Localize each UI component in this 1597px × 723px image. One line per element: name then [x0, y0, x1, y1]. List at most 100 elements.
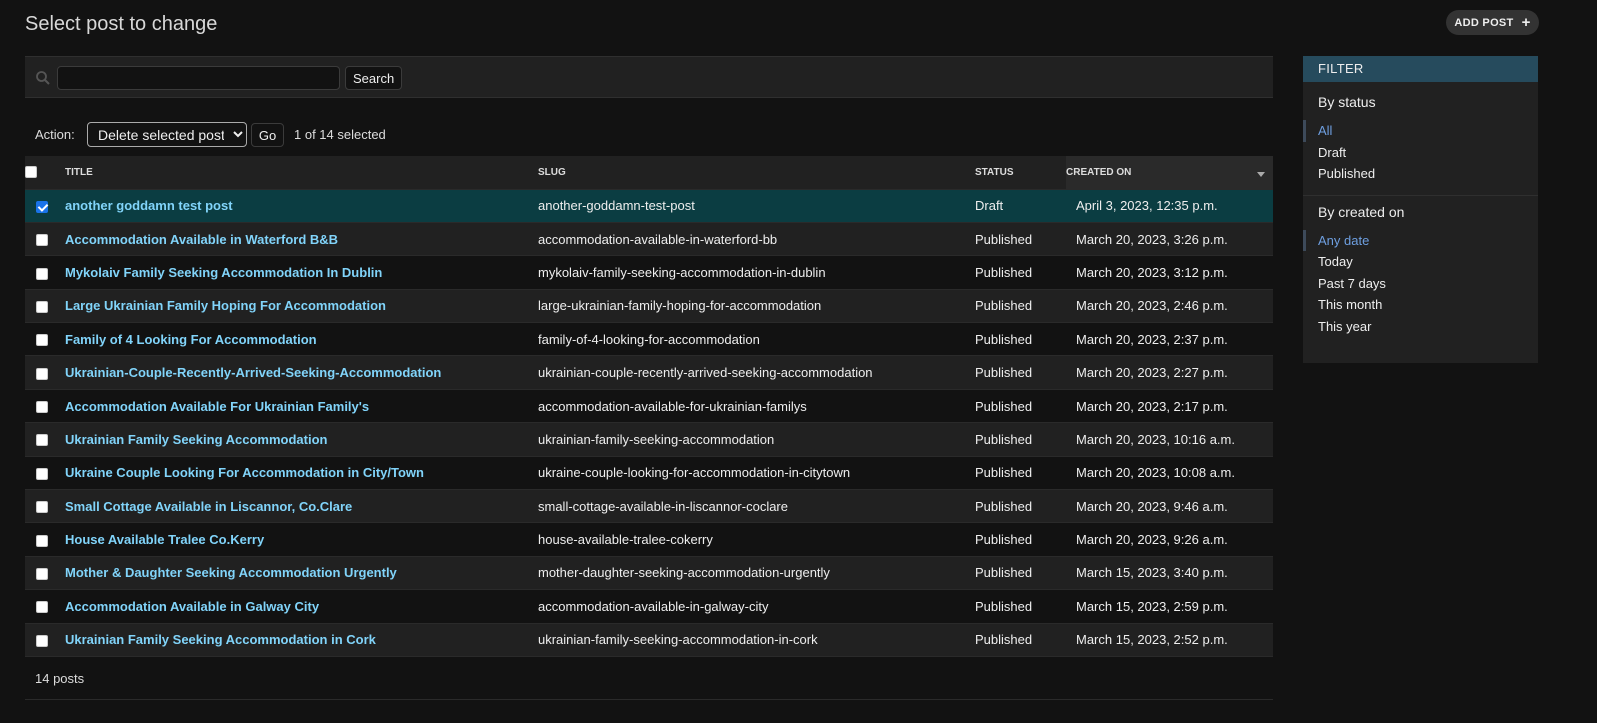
- status-cell: Published: [975, 589, 1066, 624]
- filter-group-heading: By created on: [1318, 203, 1405, 220]
- row-checkbox[interactable]: [36, 534, 48, 547]
- table-row: Large Ukrainian Family Hoping For Accomm…: [25, 289, 1273, 324]
- filter-option[interactable]: Draft: [1303, 142, 1538, 164]
- row-checkbox-cell[interactable]: [25, 322, 65, 357]
- status-cell: Draft: [975, 189, 1066, 223]
- status-cell: Published: [975, 222, 1066, 257]
- title-cell: House Available Tralee Co.Kerry: [65, 522, 538, 557]
- row-checkbox-cell[interactable]: [25, 222, 65, 257]
- post-title-link[interactable]: Ukrainian-Couple-Recently-Arrived-Seekin…: [65, 365, 441, 380]
- table-row: Ukrainian-Couple-Recently-Arrived-Seekin…: [25, 355, 1273, 390]
- title-cell: Accommodation Available in Waterford B&B: [65, 222, 538, 257]
- search-input[interactable]: [57, 66, 340, 90]
- post-title-link[interactable]: Mother & Daughter Seeking Accommodation …: [65, 565, 397, 580]
- row-checkbox-cell[interactable]: [25, 522, 65, 557]
- row-checkbox-cell[interactable]: [25, 489, 65, 524]
- add-post-button[interactable]: ADD POST +: [1446, 10, 1539, 35]
- filter-option[interactable]: Past 7 days: [1303, 273, 1538, 295]
- row-checkbox[interactable]: [36, 501, 48, 514]
- slug-cell: another-goddamn-test-post: [538, 189, 975, 223]
- created-cell: March 15, 2023, 2:52 p.m.: [1066, 623, 1273, 657]
- row-checkbox-cell[interactable]: [25, 623, 65, 657]
- slug-cell: family-of-4-looking-for-accommodation: [538, 322, 975, 357]
- post-title-link[interactable]: Accommodation Available in Waterford B&B: [65, 232, 338, 247]
- row-checkbox[interactable]: [36, 434, 48, 447]
- row-checkbox[interactable]: [36, 267, 48, 280]
- created-cell: March 20, 2023, 9:26 a.m.: [1066, 522, 1273, 557]
- filter-option[interactable]: Today: [1303, 251, 1538, 273]
- column-header-created-on[interactable]: CREATED ON: [1066, 156, 1273, 190]
- post-title-link[interactable]: Accommodation Available For Ukrainian Fa…: [65, 399, 369, 414]
- post-title-link[interactable]: Ukrainian Family Seeking Accommodation i…: [65, 632, 376, 647]
- row-checkbox[interactable]: [36, 367, 48, 380]
- column-header-slug[interactable]: SLUG: [538, 156, 975, 190]
- created-cell: March 15, 2023, 3:40 p.m.: [1066, 556, 1273, 591]
- sort-desc-icon[interactable]: [1257, 172, 1265, 177]
- column-header-created-on-label: CREATED ON: [1066, 166, 1132, 178]
- selection-counter: 1 of 14 selected: [294, 127, 386, 142]
- select-all-header[interactable]: [25, 156, 65, 190]
- add-post-label: ADD POST: [1454, 16, 1514, 29]
- row-checkbox-cell[interactable]: [25, 422, 65, 457]
- table-row: House Available Tralee Co.Kerry house-ava…: [25, 522, 1273, 557]
- search-toolbar: Search: [25, 56, 1273, 98]
- select-all-checkbox[interactable]: [25, 166, 37, 179]
- status-cell: Published: [975, 556, 1066, 591]
- slug-cell: large-ukrainian-family-hoping-for-accomm…: [538, 289, 975, 324]
- row-checkbox[interactable]: [36, 234, 48, 247]
- filter-option[interactable]: All: [1303, 120, 1538, 142]
- row-checkbox[interactable]: [36, 568, 48, 581]
- go-button[interactable]: Go: [251, 123, 284, 147]
- post-title-link[interactable]: Ukrainian Family Seeking Accommodation: [65, 432, 327, 447]
- row-checkbox[interactable]: [36, 467, 48, 480]
- row-checkbox-cell[interactable]: [25, 255, 65, 290]
- post-title-link[interactable]: Family of 4 Looking For Accommodation: [65, 332, 317, 347]
- row-checkbox-cell[interactable]: [25, 456, 65, 491]
- post-title-link[interactable]: Large Ukrainian Family Hoping For Accomm…: [65, 298, 386, 313]
- column-header-status[interactable]: STATUS: [975, 156, 1066, 190]
- row-checkbox[interactable]: [36, 601, 48, 614]
- row-checkbox-cell[interactable]: [25, 189, 65, 223]
- status-cell: Published: [975, 522, 1066, 557]
- row-checkbox[interactable]: [36, 200, 48, 213]
- post-title-link[interactable]: Mykolaiv Family Seeking Accommodation In…: [65, 265, 382, 280]
- search-button[interactable]: Search: [345, 66, 403, 90]
- row-checkbox[interactable]: [36, 634, 48, 647]
- row-checkbox-cell[interactable]: [25, 289, 65, 324]
- title-cell: Family of 4 Looking For Accommodation: [65, 322, 538, 357]
- filter-option[interactable]: Published: [1303, 163, 1538, 185]
- action-select[interactable]: Delete selected posts: [87, 122, 247, 147]
- slug-cell: ukrainian-couple-recently-arrived-seekin…: [538, 355, 975, 390]
- row-checkbox[interactable]: [36, 300, 48, 313]
- post-title-link[interactable]: Small Cottage Available in Liscannor, Co…: [65, 499, 352, 514]
- row-checkbox-cell[interactable]: [25, 389, 65, 424]
- filter-option[interactable]: Any date: [1303, 229, 1538, 251]
- row-checkbox[interactable]: [36, 334, 48, 347]
- column-header-title[interactable]: TITLE: [65, 156, 538, 190]
- row-checkbox-cell[interactable]: [25, 556, 65, 591]
- post-title-link[interactable]: Ukraine Couple Looking For Accommodation…: [65, 465, 424, 480]
- created-cell: March 20, 2023, 10:16 a.m.: [1066, 422, 1273, 457]
- status-cell: Published: [975, 456, 1066, 491]
- row-checkbox-cell[interactable]: [25, 355, 65, 390]
- slug-cell: ukrainian-family-seeking-accommodation: [538, 422, 975, 457]
- filter-option[interactable]: This month: [1303, 294, 1538, 316]
- filter-option[interactable]: This year: [1303, 316, 1538, 338]
- status-cell: Published: [975, 289, 1066, 324]
- post-title-link[interactable]: another goddamn test post: [65, 198, 233, 213]
- table-row: Family of 4 Looking For Accommodation fam…: [25, 322, 1273, 357]
- title-cell: Small Cottage Available in Liscannor, Co…: [65, 489, 538, 524]
- post-title-link[interactable]: House Available Tralee Co.Kerry: [65, 532, 264, 547]
- table-row: Mykolaiv Family Seeking Accommodation In…: [25, 255, 1273, 290]
- created-cell: March 20, 2023, 10:08 a.m.: [1066, 456, 1273, 491]
- status-cell: Published: [975, 623, 1066, 657]
- created-cell: March 20, 2023, 2:46 p.m.: [1066, 289, 1273, 324]
- post-title-link[interactable]: Accommodation Available in Galway City: [65, 599, 319, 614]
- title-cell: another goddamn test post: [65, 189, 538, 223]
- row-checkbox[interactable]: [36, 401, 48, 414]
- row-checkbox-cell[interactable]: [25, 589, 65, 624]
- status-cell: Published: [975, 422, 1066, 457]
- title-cell: Ukraine Couple Looking For Accommodation…: [65, 456, 538, 491]
- search-icon: [36, 71, 50, 85]
- slug-cell: accommodation-available-in-waterford-bb: [538, 222, 975, 257]
